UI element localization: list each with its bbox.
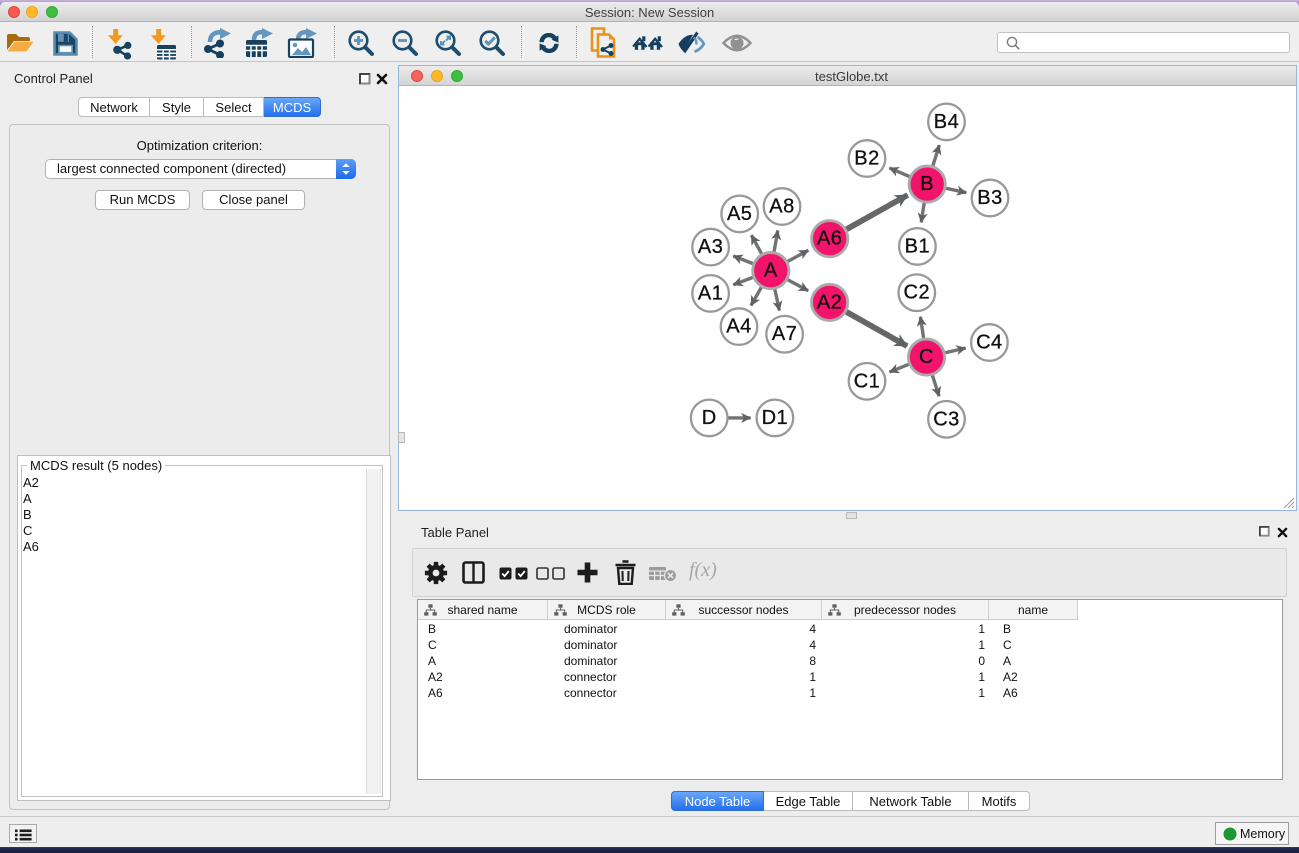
svg-text:C4: C4 bbox=[976, 331, 1003, 353]
svg-text:A1: A1 bbox=[698, 282, 723, 304]
svg-text:A: A bbox=[764, 259, 778, 281]
svg-text:C: C bbox=[919, 346, 934, 368]
svg-text:B: B bbox=[920, 173, 934, 195]
svg-text:D: D bbox=[702, 406, 717, 428]
svg-text:A5: A5 bbox=[727, 202, 752, 224]
svg-text:A7: A7 bbox=[772, 323, 797, 345]
svg-text:A6: A6 bbox=[817, 227, 842, 249]
svg-text:D1: D1 bbox=[762, 406, 789, 428]
svg-text:A8: A8 bbox=[769, 195, 794, 217]
svg-text:B3: B3 bbox=[977, 187, 1002, 209]
svg-text:A4: A4 bbox=[726, 315, 751, 337]
svg-text:C2: C2 bbox=[904, 281, 931, 303]
svg-text:C1: C1 bbox=[854, 370, 881, 392]
svg-text:A3: A3 bbox=[698, 236, 723, 258]
svg-text:B1: B1 bbox=[905, 235, 930, 257]
svg-text:C3: C3 bbox=[933, 408, 960, 430]
svg-text:B4: B4 bbox=[934, 110, 959, 132]
svg-text:B2: B2 bbox=[854, 147, 879, 169]
svg-text:A2: A2 bbox=[817, 291, 842, 313]
